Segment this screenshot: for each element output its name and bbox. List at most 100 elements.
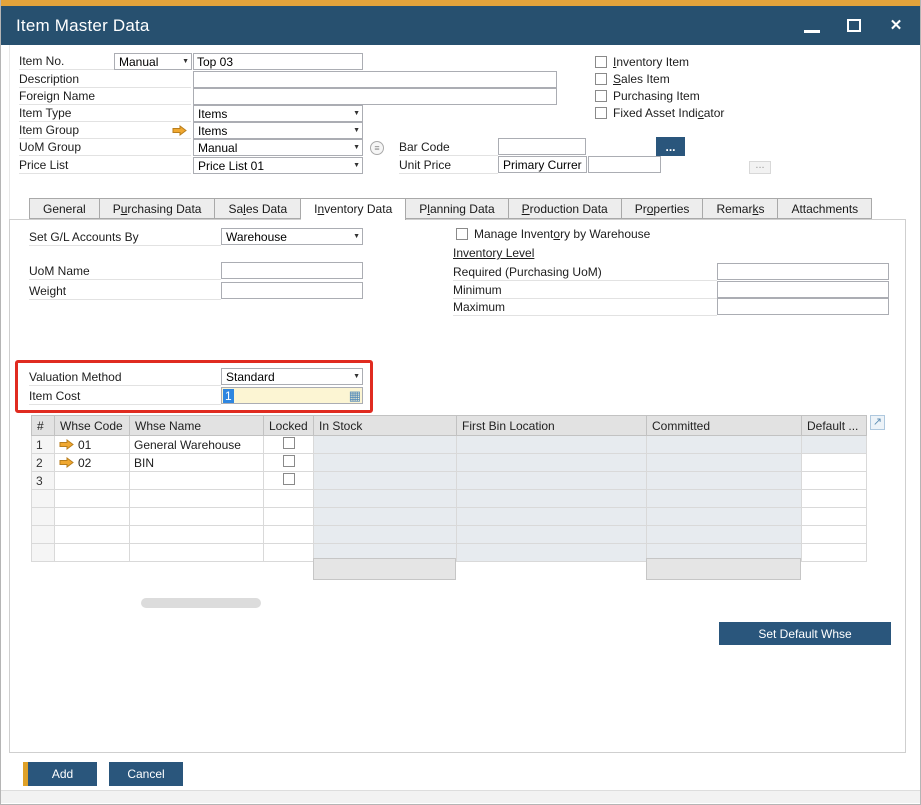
maximize-button[interactable] (845, 6, 863, 45)
unit-price-currency-dropdown[interactable]: Primary Currer (498, 156, 587, 173)
unit-price-browse-button[interactable]: ... (749, 161, 771, 174)
item-group-label: Item Group (19, 122, 191, 139)
tab-general[interactable]: General (29, 198, 100, 219)
item-type-dropdown[interactable]: Items (193, 105, 363, 122)
locked-cell[interactable] (264, 526, 314, 544)
row-number[interactable] (32, 544, 55, 562)
tab-properties[interactable]: Properties (622, 198, 704, 219)
item-cost-field[interactable]: 1 ▦ (221, 387, 363, 404)
row-number[interactable] (32, 526, 55, 544)
item-cost-label: Item Cost (29, 388, 221, 405)
col-first-bin-location[interactable]: First Bin Location (457, 416, 647, 436)
required-label: Required (Purchasing UoM) (453, 264, 717, 281)
locked-cell[interactable] (264, 508, 314, 526)
row-number[interactable] (32, 490, 55, 508)
flag-checkbox[interactable] (595, 56, 607, 68)
locked-cell[interactable] (264, 472, 314, 490)
cancel-button[interactable]: Cancel (109, 762, 183, 786)
required-input[interactable] (717, 263, 889, 280)
uom-name-label: UoM Name (29, 263, 221, 280)
col-in-stock[interactable]: In Stock (314, 416, 457, 436)
calculator-icon[interactable]: ▦ (349, 389, 361, 402)
description-input[interactable] (193, 71, 557, 88)
tab-production-data[interactable]: Production Data (509, 198, 622, 219)
row-number[interactable]: 2 (32, 454, 55, 472)
title-bar: Item Master Data ✕ (1, 6, 920, 45)
uom-list-icon[interactable]: ≡ (370, 141, 384, 155)
valuation-method-dropdown[interactable]: Standard (221, 368, 363, 385)
whse-code-cell[interactable] (55, 490, 130, 508)
locked-checkbox[interactable] (283, 437, 295, 449)
col-locked[interactable]: Locked (264, 416, 314, 436)
whse-name-cell[interactable] (130, 472, 264, 490)
tab-purchasing-data[interactable]: Purchasing Data (100, 198, 216, 219)
set-gl-accounts-dropdown[interactable]: Warehouse (221, 228, 363, 245)
manage-inventory-checkbox[interactable] (456, 228, 468, 240)
tab-sales-data[interactable]: Sales Data (215, 198, 301, 219)
item-group-dropdown[interactable]: Items (193, 122, 363, 139)
uom-group-label: UoM Group (19, 139, 191, 156)
close-button[interactable]: ✕ (887, 6, 905, 45)
col-default[interactable]: Default ... (802, 416, 867, 436)
whse-code-cell[interactable] (55, 472, 130, 490)
item-group-link-arrow-icon[interactable] (172, 125, 187, 136)
locked-cell[interactable] (264, 490, 314, 508)
col-whse-code[interactable]: Whse Code (55, 416, 130, 436)
whse-name-cell[interactable]: BIN (130, 454, 264, 472)
tab-remarks[interactable]: Remarks (703, 198, 778, 219)
row-number[interactable]: 1 (32, 436, 55, 454)
maximum-input[interactable] (717, 298, 889, 315)
whse-code-cell[interactable] (55, 544, 130, 562)
whse-code-cell[interactable]: 01 (55, 436, 130, 454)
whse-code-cell[interactable] (55, 526, 130, 544)
tab-inventory-data[interactable]: Inventory Data (301, 198, 406, 220)
bar-code-input[interactable] (498, 138, 586, 155)
whse-code-cell[interactable] (55, 508, 130, 526)
uom-name-input[interactable] (221, 262, 363, 279)
horizontal-scrollbar-thumb[interactable] (141, 598, 261, 608)
col-whse-name[interactable]: Whse Name (130, 416, 264, 436)
item-no-input[interactable] (193, 53, 363, 70)
foreign-name-label: Foreign Name (19, 88, 191, 105)
link-arrow-icon[interactable] (59, 439, 74, 450)
locked-cell[interactable] (264, 436, 314, 454)
minimum-input[interactable] (717, 281, 889, 298)
price-list-dropdown[interactable]: Price List 01 (193, 157, 363, 174)
link-arrow-icon[interactable] (59, 457, 74, 468)
row-number[interactable] (32, 508, 55, 526)
foreign-name-input[interactable] (193, 88, 557, 105)
locked-cell[interactable] (264, 544, 314, 562)
col-[interactable]: # (32, 416, 55, 436)
whse-code-cell[interactable]: 02 (55, 454, 130, 472)
locked-checkbox[interactable] (283, 455, 295, 467)
uom-group-dropdown[interactable]: Manual (193, 139, 363, 156)
row-number[interactable]: 3 (32, 472, 55, 490)
whse-name-cell[interactable]: General Warehouse (130, 436, 264, 454)
flag-checkbox[interactable] (595, 107, 607, 119)
whse-name-cell[interactable] (130, 490, 264, 508)
committed-cell (647, 454, 802, 472)
flag-purchasing-item: Purchasing Item (595, 89, 700, 103)
price-list-label: Price List (19, 157, 191, 174)
default-cell (802, 436, 867, 454)
tab-attachments[interactable]: Attachments (778, 198, 872, 219)
flag-checkbox[interactable] (595, 73, 607, 85)
unit-price-input[interactable] (588, 156, 661, 173)
tab-planning-data[interactable]: Planning Data (406, 198, 508, 219)
add-button[interactable]: Add (23, 762, 97, 786)
item-no-mode-dropdown[interactable]: Manual (114, 53, 192, 70)
weight-input[interactable] (221, 282, 363, 299)
whse-name-cell[interactable] (130, 526, 264, 544)
whse-name-cell[interactable] (130, 508, 264, 526)
inventory-level-link[interactable]: Inventory Level (453, 246, 534, 260)
flag-checkbox[interactable] (595, 90, 607, 102)
maximize-icon (847, 19, 861, 32)
bar-code-browse-button[interactable]: ... (656, 137, 685, 156)
expand-table-icon[interactable]: ↗ (870, 415, 885, 430)
col-committed[interactable]: Committed (647, 416, 802, 436)
locked-cell[interactable] (264, 454, 314, 472)
set-default-whse-button[interactable]: Set Default Whse (719, 622, 891, 645)
minimize-button[interactable] (803, 6, 821, 45)
locked-checkbox[interactable] (283, 473, 295, 485)
whse-name-cell[interactable] (130, 544, 264, 562)
